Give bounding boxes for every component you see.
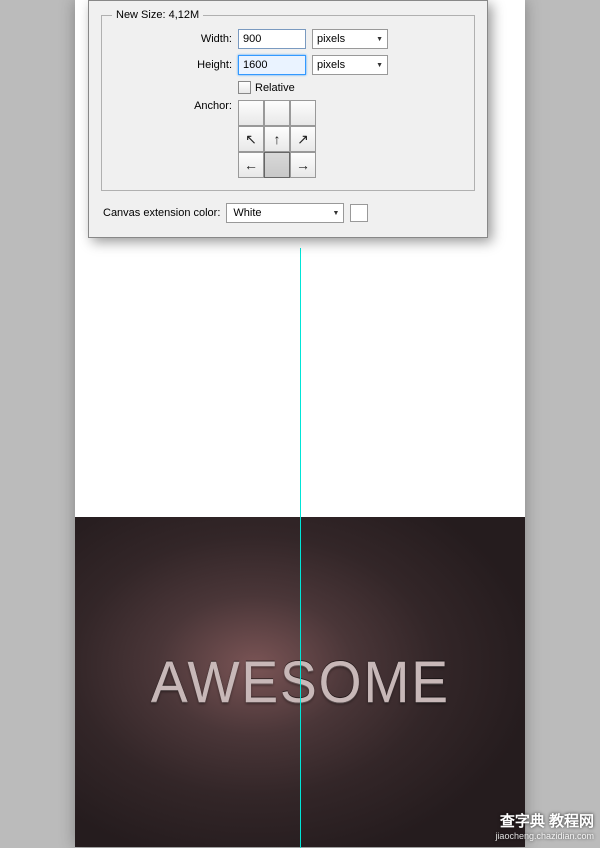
width-input[interactable] (238, 29, 306, 49)
anchor-e[interactable]: ↗ (290, 126, 316, 152)
height-input[interactable] (238, 55, 306, 75)
anchor-sw[interactable]: ← (238, 152, 264, 178)
anchor-row: Anchor: ↖ ↑ ↗ ← → (112, 100, 464, 178)
anchor-se[interactable]: → (290, 152, 316, 178)
extension-color-select[interactable]: White (226, 203, 344, 223)
height-unit-select[interactable]: pixels (312, 55, 388, 75)
relative-label: Relative (255, 82, 295, 94)
extension-color-swatch[interactable] (350, 204, 368, 222)
watermark-sub: jiaocheng.chazidian.com (495, 831, 594, 841)
canvas-size-dialog: New Size: 4,12M Width: pixels Height: pi… (88, 0, 488, 238)
width-unit-value: pixels (317, 33, 345, 45)
anchor-w[interactable]: ↖ (238, 126, 264, 152)
vertical-guide[interactable] (300, 248, 301, 848)
width-label: Width: (112, 33, 232, 45)
watermark: 查字典 教程网 jiaocheng.chazidian.com (495, 810, 594, 841)
relative-checkbox[interactable] (238, 81, 251, 94)
anchor-grid: ↖ ↑ ↗ ← → (238, 100, 316, 178)
new-size-legend: New Size: 4,12M (112, 9, 203, 21)
height-unit-value: pixels (317, 59, 345, 71)
extension-color-value: White (233, 207, 261, 219)
anchor-s[interactable] (264, 152, 290, 178)
height-label: Height: (112, 59, 232, 71)
relative-row: Relative (238, 81, 464, 94)
anchor-label: Anchor: (112, 100, 232, 112)
watermark-main: 查字典 教程网 (495, 810, 594, 831)
extension-color-row: Canvas extension color: White (103, 203, 475, 223)
anchor-n[interactable] (264, 100, 290, 126)
width-row: Width: pixels (112, 29, 464, 49)
anchor-ne[interactable] (290, 100, 316, 126)
anchor-c[interactable]: ↑ (264, 126, 290, 152)
new-size-fieldset: New Size: 4,12M Width: pixels Height: pi… (101, 9, 475, 191)
extension-color-label: Canvas extension color: (103, 207, 220, 219)
anchor-nw[interactable] (238, 100, 264, 126)
width-unit-select[interactable]: pixels (312, 29, 388, 49)
height-row: Height: pixels (112, 55, 464, 75)
